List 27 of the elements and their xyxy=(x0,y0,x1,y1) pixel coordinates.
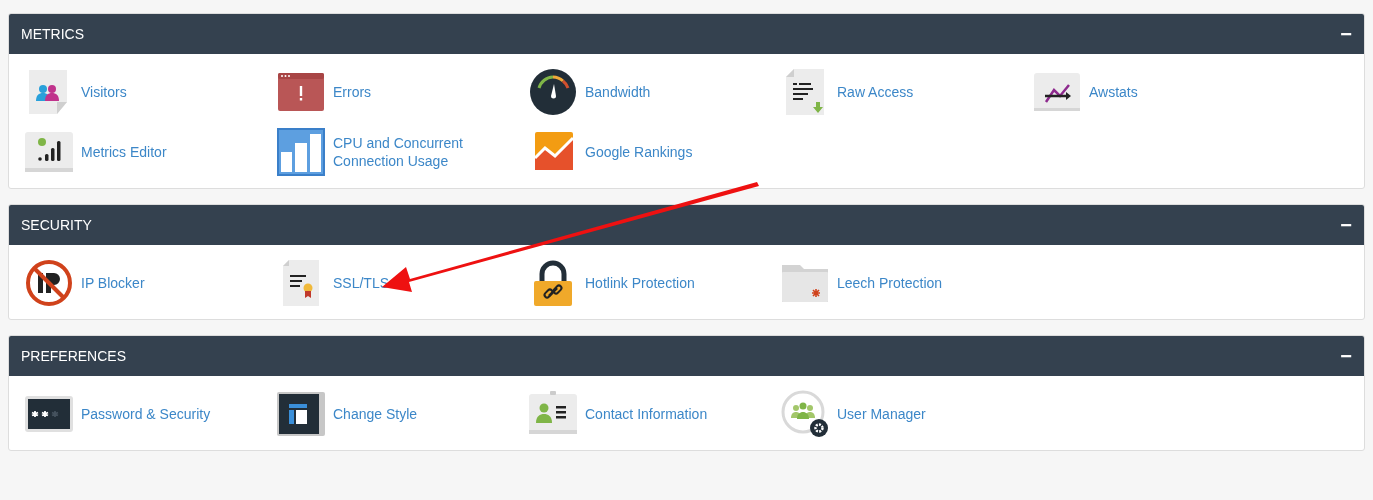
section-title: SECURITY xyxy=(21,215,92,235)
layout-icon xyxy=(277,390,325,438)
feature-link[interactable]: SSL/TLS xyxy=(277,259,529,307)
feature-link[interactable]: Change Style xyxy=(277,390,529,438)
feature-link[interactable]: Errors xyxy=(277,68,529,116)
feature-link[interactable]: User Manager xyxy=(781,390,1033,438)
feature-link[interactable]: CPU and Concurrent Connection Usage xyxy=(277,128,529,176)
collapse-button[interactable]: − xyxy=(1340,215,1352,235)
collapse-button[interactable]: − xyxy=(1340,24,1352,44)
feature-link[interactable]: Leech Protection xyxy=(781,259,1033,307)
feature-link[interactable]: Google Rankings xyxy=(529,128,781,176)
feature-link[interactable]: Awstats xyxy=(1033,68,1285,116)
feature-link[interactable]: Contact Information xyxy=(529,390,781,438)
feature-link[interactable]: Raw Access xyxy=(781,68,1033,116)
feature-link[interactable]: Hotlink Protection xyxy=(529,259,781,307)
section-title: METRICS xyxy=(21,24,84,44)
bar-chart-icon xyxy=(277,128,325,176)
blocked-icon xyxy=(25,259,73,307)
feature-link[interactable]: Bandwidth xyxy=(529,68,781,116)
feature-link[interactable]: Password & Security xyxy=(25,390,277,438)
feature-link[interactable]: IP Blocker xyxy=(25,259,277,307)
feature-link[interactable]: Metrics Editor xyxy=(25,128,277,176)
section-title: PREFERENCES xyxy=(21,346,127,366)
users-settings-icon xyxy=(781,390,829,438)
feature-link[interactable]: Visitors xyxy=(25,68,277,116)
collapse-button[interactable]: − xyxy=(1340,346,1352,366)
gauge-icon xyxy=(529,68,577,116)
